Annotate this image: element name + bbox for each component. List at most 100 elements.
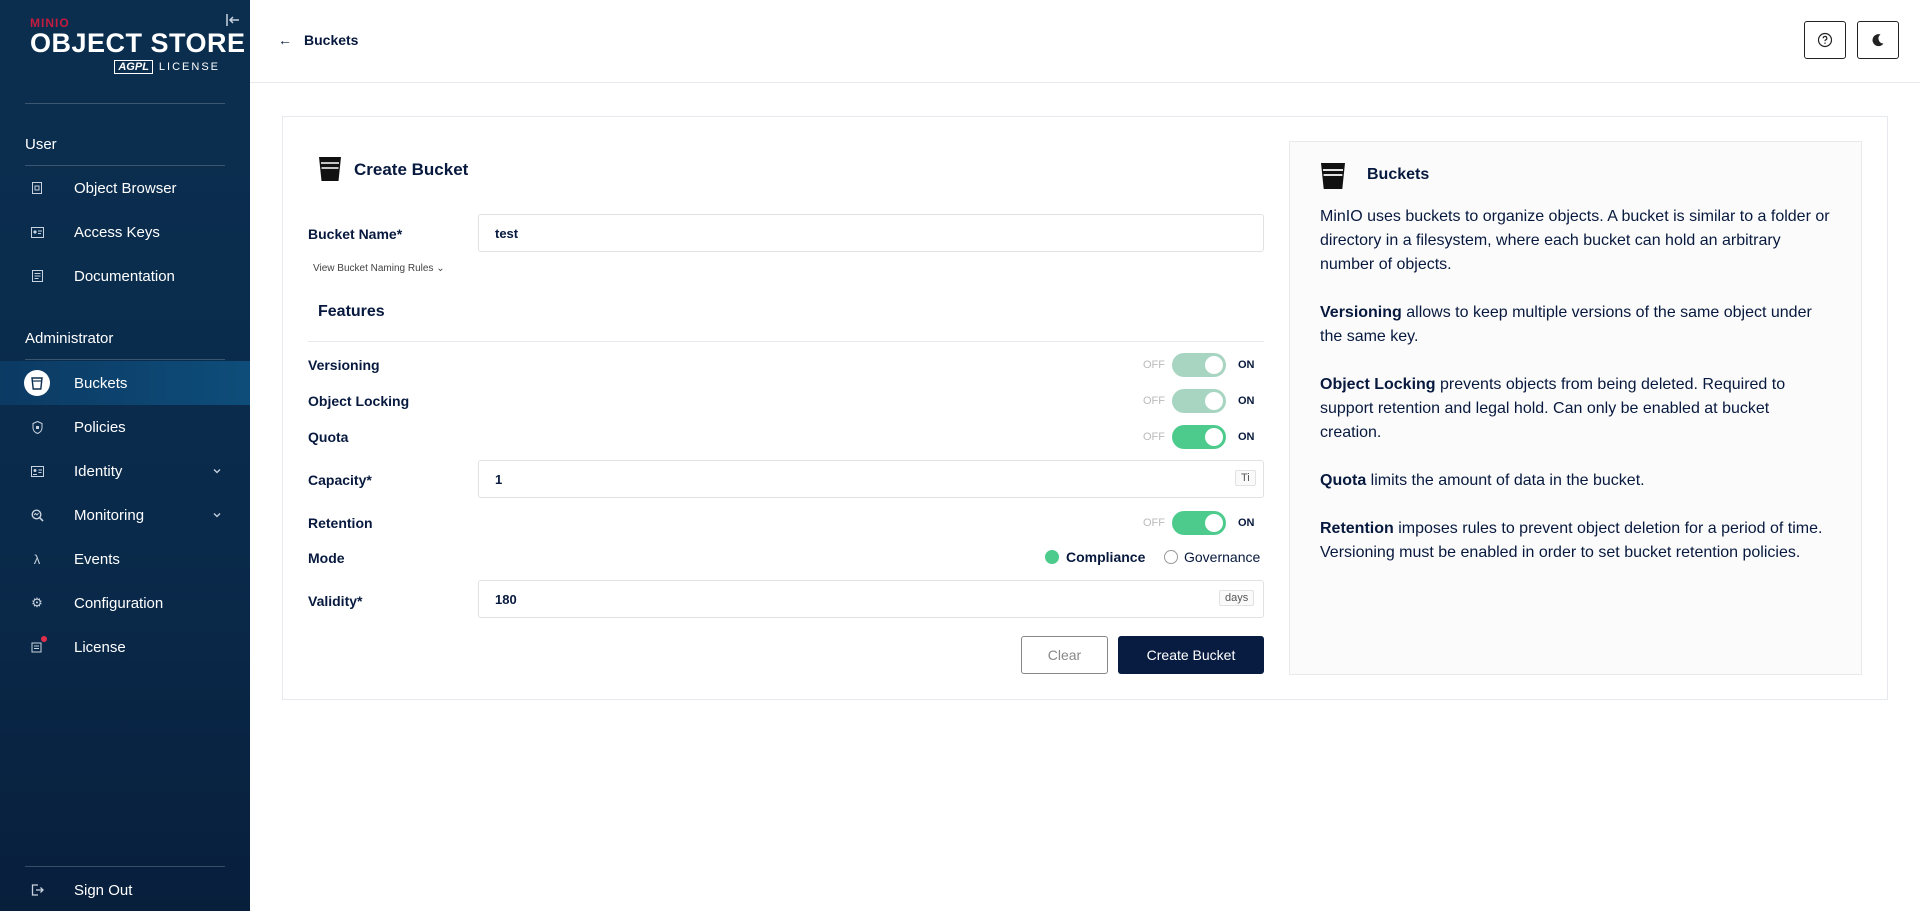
minio-logo[interactable]: MINIO OBJECT STORE AGPL LICENSE bbox=[30, 16, 246, 74]
sidebar-divider bbox=[25, 359, 225, 360]
capacity-label: Capacity* bbox=[308, 472, 372, 488]
object-locking-switch[interactable] bbox=[1172, 389, 1226, 413]
page-title: Create Bucket bbox=[354, 160, 469, 179]
sidebar-item-buckets[interactable]: Buckets bbox=[0, 361, 250, 405]
sidebar-item-license[interactable]: License bbox=[0, 625, 250, 669]
help-term: Retention bbox=[1320, 520, 1394, 537]
view-naming-rules-link[interactable]: View Bucket Naming Rules ⌄ bbox=[313, 263, 445, 274]
sidebar-item-documentation[interactable]: Documentation bbox=[0, 254, 250, 298]
help-object-locking: Object Locking prevents objects from bei… bbox=[1320, 373, 1830, 445]
versioning-switch[interactable] bbox=[1172, 353, 1226, 377]
help-text: limits the amount of data in the bucket. bbox=[1366, 472, 1645, 489]
validity-input[interactable] bbox=[478, 580, 1264, 618]
sidebar-divider bbox=[25, 866, 225, 867]
mode-compliance-radio[interactable] bbox=[1045, 550, 1059, 564]
bucket-icon bbox=[319, 157, 341, 181]
sidebar-item-label: Monitoring bbox=[74, 506, 145, 524]
help-term: Versioning bbox=[1320, 304, 1402, 321]
switch-knob bbox=[1205, 356, 1223, 374]
sidebar-item-label: Identity bbox=[74, 462, 123, 480]
logo-license: AGPL LICENSE bbox=[30, 60, 220, 74]
help-text: imposes rules to prevent object deletion… bbox=[1320, 520, 1823, 561]
create-bucket-button[interactable]: Create Bucket bbox=[1118, 636, 1264, 674]
help-title: Buckets bbox=[1367, 166, 1430, 183]
sidebar-item-access-keys[interactable]: Access Keys bbox=[0, 210, 250, 254]
back-to-buckets-link[interactable]: ← Buckets bbox=[278, 32, 358, 48]
naming-rules-text: View Bucket Naming Rules bbox=[313, 263, 434, 274]
sidebar-item-object-browser[interactable]: Object Browser bbox=[0, 166, 250, 210]
bucket-icon bbox=[1321, 163, 1345, 189]
capacity-unit-selector[interactable]: Ti bbox=[1235, 470, 1256, 486]
switch-knob bbox=[1205, 514, 1223, 532]
bucket-icon bbox=[24, 370, 50, 396]
versioning-label: Versioning bbox=[308, 357, 380, 373]
help-quota: Quota limits the amount of data in the b… bbox=[1320, 469, 1830, 493]
back-label: Buckets bbox=[304, 32, 359, 48]
top-bar bbox=[250, 0, 1920, 83]
quota-switch[interactable] bbox=[1172, 425, 1226, 449]
validity-unit-selector[interactable]: days bbox=[1219, 590, 1255, 606]
capacity-input[interactable] bbox=[478, 460, 1264, 498]
license-alert-dot bbox=[41, 636, 47, 642]
validity-label: Validity* bbox=[308, 593, 363, 609]
access-keys-icon bbox=[29, 224, 45, 240]
sidebar-item-label: Configuration bbox=[74, 594, 164, 612]
quota-label: Quota bbox=[308, 429, 349, 445]
help-intro: MinIO uses buckets to organize objects. … bbox=[1320, 208, 1830, 273]
agpl-badge: AGPL bbox=[114, 60, 153, 74]
sidebar-divider bbox=[25, 103, 225, 104]
help-term: Quota bbox=[1320, 472, 1367, 489]
chevron-down-icon: ⌄ bbox=[436, 263, 445, 274]
retention-off-label: OFF bbox=[1143, 517, 1165, 529]
switch-knob bbox=[1205, 392, 1223, 410]
sidebar-item-label: Buckets bbox=[74, 374, 128, 392]
retention-switch[interactable] bbox=[1172, 511, 1226, 535]
moon-icon bbox=[1872, 34, 1884, 47]
monitoring-icon bbox=[29, 507, 45, 523]
chevron-down-icon[interactable] bbox=[211, 465, 223, 477]
retention-on-label: ON bbox=[1238, 517, 1255, 529]
gear-icon: ⚙ bbox=[31, 595, 43, 610]
sign-out-icon bbox=[29, 882, 45, 898]
quota-on-label: ON bbox=[1238, 431, 1255, 443]
sidebar-item-identity[interactable]: Identity bbox=[0, 449, 250, 493]
help-button[interactable] bbox=[1804, 21, 1846, 59]
clear-button[interactable]: Clear bbox=[1021, 636, 1108, 674]
sidebar-item-label: Events bbox=[74, 550, 120, 568]
bucket-name-label: Bucket Name* bbox=[308, 226, 403, 242]
chevron-down-icon[interactable] bbox=[211, 509, 223, 521]
sidebar-item-events[interactable]: λ Events bbox=[0, 537, 250, 581]
features-title: Features bbox=[318, 303, 385, 320]
versioning-on-label: ON bbox=[1238, 359, 1255, 371]
arrow-left-icon: ← bbox=[278, 32, 292, 48]
features-divider bbox=[308, 341, 1264, 342]
collapse-sidebar-icon[interactable] bbox=[225, 12, 241, 28]
object-locking-off-label: OFF bbox=[1143, 395, 1165, 407]
versioning-off-label: OFF bbox=[1143, 359, 1165, 371]
sidebar-item-label: Access Keys bbox=[74, 223, 160, 241]
policies-icon bbox=[29, 419, 45, 435]
quota-off-label: OFF bbox=[1143, 431, 1165, 443]
mode-governance-label: Governance bbox=[1184, 549, 1261, 565]
license-text: LICENSE bbox=[158, 61, 220, 73]
mode-compliance-label: Compliance bbox=[1066, 549, 1146, 565]
sidebar-item-sign-out[interactable]: Sign Out bbox=[0, 868, 250, 912]
sidebar-item-policies[interactable]: Policies bbox=[0, 405, 250, 449]
dark-mode-toggle[interactable] bbox=[1857, 21, 1899, 59]
help-term: Object Locking bbox=[1320, 376, 1436, 393]
help-versioning: Versioning allows to keep multiple versi… bbox=[1320, 301, 1830, 349]
question-icon bbox=[1817, 32, 1833, 48]
logo-product: OBJECT STORE bbox=[30, 28, 246, 58]
help-retention: Retention imposes rules to prevent objec… bbox=[1320, 517, 1830, 565]
identity-icon bbox=[29, 463, 45, 479]
sidebar-item-monitoring[interactable]: Monitoring bbox=[0, 493, 250, 537]
sidebar-item-label: Object Browser bbox=[74, 179, 177, 197]
switch-knob bbox=[1205, 428, 1223, 446]
bucket-name-input[interactable] bbox=[478, 214, 1264, 252]
documentation-icon bbox=[29, 268, 45, 284]
object-locking-on-label: ON bbox=[1238, 395, 1255, 407]
sidebar-section-administrator: Administrator bbox=[25, 330, 114, 347]
sidebar-item-configuration[interactable]: ⚙ Configuration bbox=[0, 581, 250, 625]
mode-governance-radio[interactable] bbox=[1164, 550, 1178, 564]
object-browser-icon bbox=[29, 180, 45, 196]
